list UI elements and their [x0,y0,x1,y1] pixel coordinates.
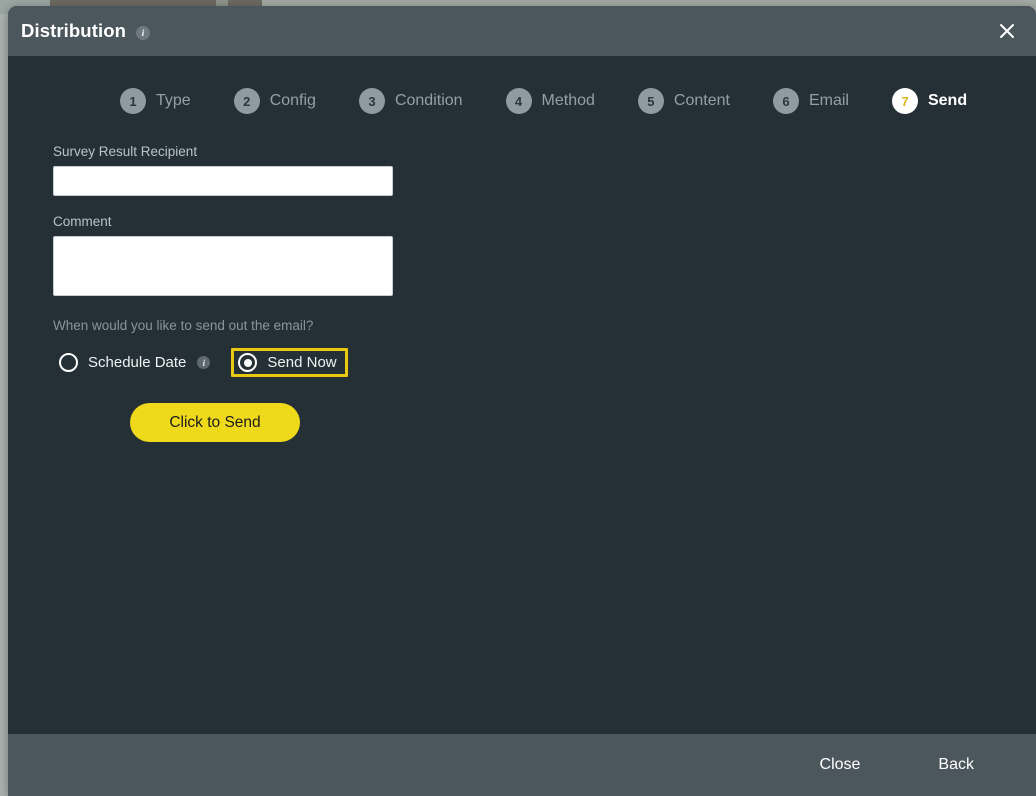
step-send[interactable]: 7 Send [891,88,968,114]
click-to-send-button[interactable]: Click to Send [130,403,300,442]
radio-label: Send Now [267,354,337,371]
send-timing-radio-group: Schedule Date i Send Now [53,348,1036,377]
radio-schedule-date[interactable]: Schedule Date i [53,349,216,376]
radio-label: Schedule Date [88,354,187,371]
comment-field-group: Comment [53,214,1036,296]
step-label: Email [808,92,849,109]
modal-footer: Close Back [8,734,1036,796]
recipient-label: Survey Result Recipient [53,144,198,159]
close-icon[interactable] [994,18,1020,44]
step-email[interactable]: 6 Email [772,88,849,114]
send-form: Survey Result Recipient Comment When wou… [8,114,1036,734]
step-label: Content [673,92,730,109]
step-label: Type [156,92,191,109]
step-indicator: 1 Type 2 Config 3 Condition 4 Method 5 C… [8,56,1036,114]
step-config[interactable]: 2 Config [233,88,316,114]
send-timing-question: When would you like to send out the emai… [53,318,314,333]
step-method[interactable]: 4 Method [505,88,595,114]
page-title: Distribution [21,20,126,41]
step-label: Config [269,92,316,109]
step-number: 1 [120,88,146,114]
close-button[interactable]: Close [814,752,867,778]
step-number: 7 [891,88,918,114]
step-content[interactable]: 5 Content [637,88,730,114]
step-number: 6 [772,88,799,114]
comment-input[interactable] [53,236,393,296]
step-label: Send [927,92,968,109]
schedule-date-info-icon[interactable]: i [197,356,211,369]
radio-send-now[interactable]: Send Now [231,348,348,377]
survey-result-recipient-input[interactable] [53,166,393,196]
step-type[interactable]: 1 Type [120,88,191,114]
step-label: Condition [394,92,463,109]
modal-header: Distribution i [8,6,1036,56]
recipient-field-group: Survey Result Recipient [53,144,1036,196]
back-button[interactable]: Back [932,752,980,778]
radio-unselected-icon [59,353,78,372]
step-label: Method [541,92,595,109]
step-number: 5 [637,88,664,114]
step-number: 3 [358,88,385,114]
step-condition[interactable]: 3 Condition [358,88,463,114]
radio-selected-icon [238,353,258,372]
title-info-icon[interactable]: i [136,26,150,40]
distribution-modal: Distribution i 1 Type 2 Config 3 Conditi… [8,6,1036,796]
comment-label: Comment [53,214,112,229]
step-number: 4 [505,88,532,114]
step-number: 2 [233,88,260,114]
